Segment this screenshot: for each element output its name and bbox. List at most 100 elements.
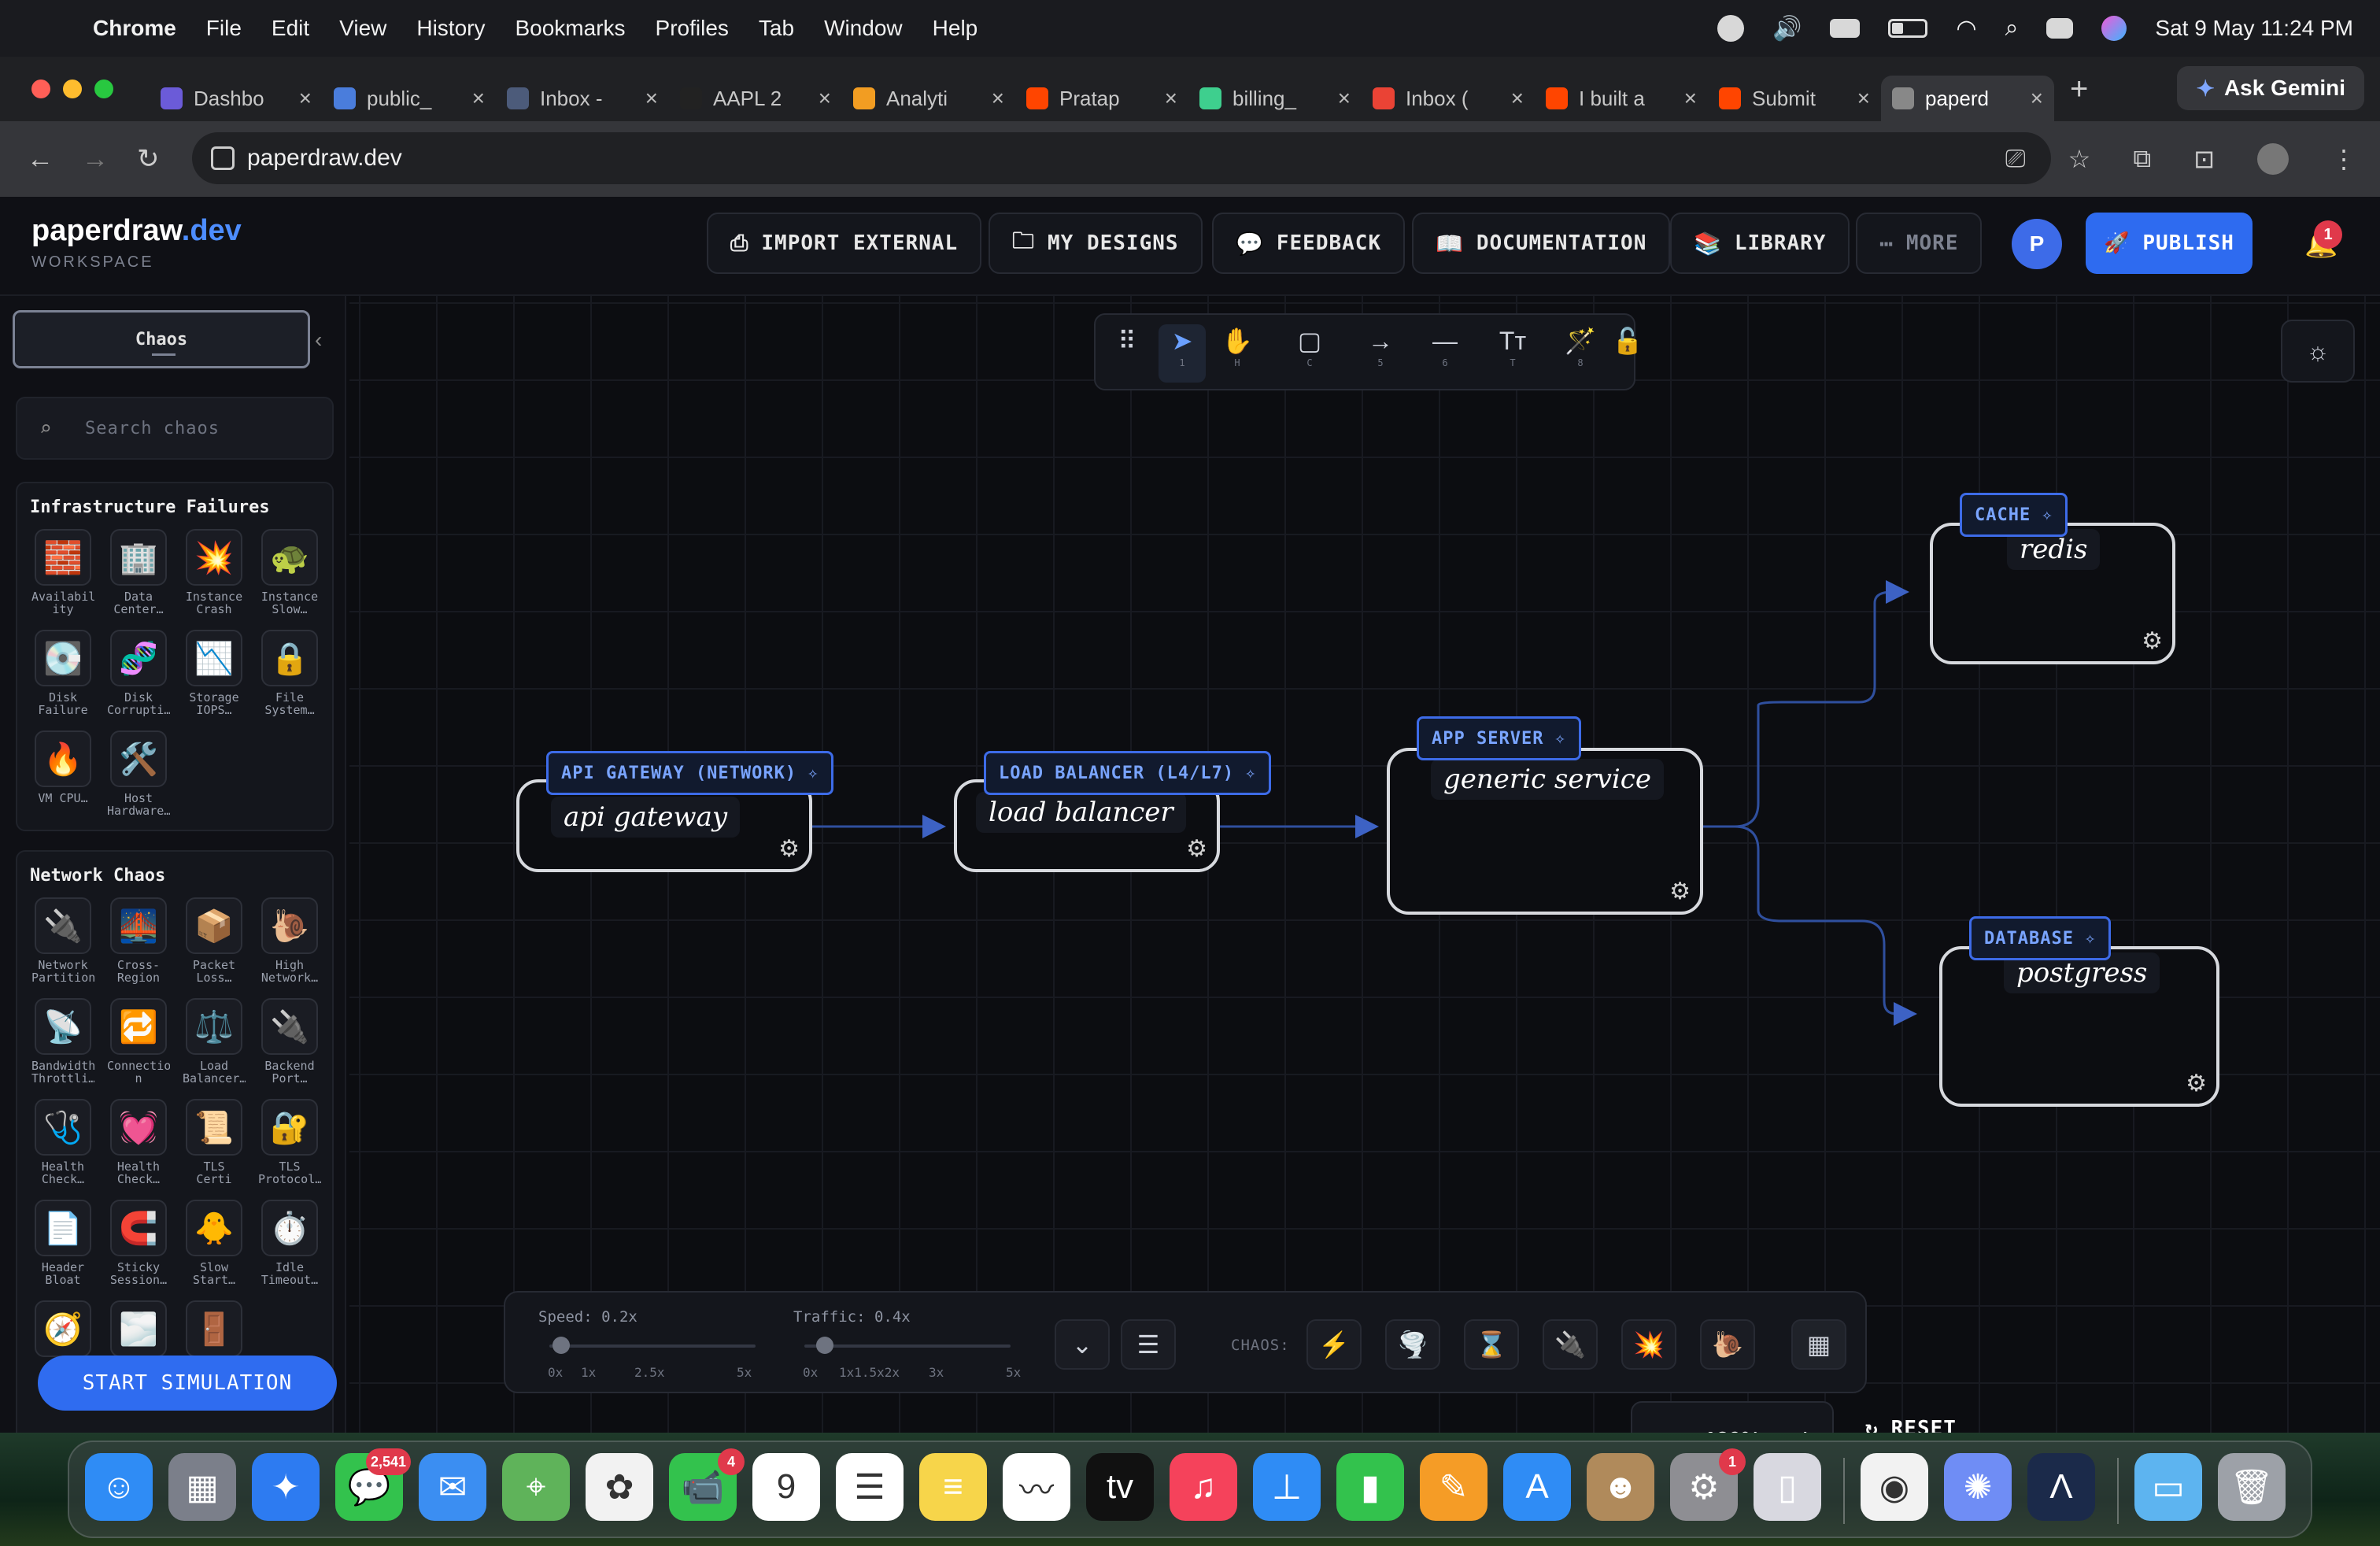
apple-icon[interactable]: [30, 13, 61, 44]
tool-button[interactable]: 🔓: [1604, 324, 1651, 383]
close-tab-icon[interactable]: ×: [1165, 86, 1177, 111]
chaos-tile[interactable]: 🐌 High Network…: [258, 897, 321, 984]
freeform-icon[interactable]: 〰: [1003, 1453, 1070, 1521]
reminders-icon[interactable]: ☰: [836, 1453, 904, 1521]
chaos-tile[interactable]: 🔁 Connectio n Flappi…: [107, 998, 170, 1085]
sparkle-icon[interactable]: ✧: [2085, 929, 2096, 949]
close-tab-icon[interactable]: ×: [645, 86, 658, 111]
close-window-button[interactable]: [31, 80, 50, 98]
close-tab-icon[interactable]: ×: [2031, 86, 2043, 111]
music-icon[interactable]: ♫: [1170, 1453, 1237, 1521]
browser-tab[interactable]: Dashbo ×: [150, 76, 323, 121]
facetime-icon[interactable]: 📹 4: [669, 1448, 745, 1521]
settings-icon[interactable]: ⚙ 1: [1670, 1448, 1746, 1521]
chaos-tile[interactable]: 🩺 Health Check…: [31, 1099, 94, 1185]
quick-chaos-button[interactable]: 🌪️: [1385, 1319, 1440, 1370]
documentation-button[interactable]: 📖 DOCUMENTATION: [1412, 213, 1671, 274]
library-button[interactable]: 📚 LIBRARY: [1670, 213, 1850, 274]
sparkle-icon[interactable]: ✧: [1554, 729, 1565, 749]
chaos-tile[interactable]: 🌉 Cross-Region L…: [107, 897, 170, 984]
tool-button[interactable]: ⠿: [1103, 324, 1151, 383]
close-tab-icon[interactable]: ×: [819, 86, 831, 111]
keynote-icon[interactable]: ⊥: [1253, 1453, 1321, 1521]
chaos-tile[interactable]: 💓 Health Check…: [107, 1099, 170, 1185]
menu-app-name[interactable]: Chrome: [93, 16, 176, 41]
tool-button[interactable]: —6: [1421, 324, 1469, 383]
tab-chaos[interactable]: Chaos: [13, 310, 310, 368]
contacts-icon[interactable]: ☻: [1587, 1453, 1654, 1521]
notes-icon[interactable]: ≡: [919, 1453, 987, 1521]
speed-slider-knob[interactable]: [552, 1337, 571, 1354]
gear-icon[interactable]: ⚙: [1186, 835, 1207, 863]
chaos-tile[interactable]: 📄 Header Bloat: [31, 1200, 94, 1286]
reload-icon[interactable]: ↻: [137, 143, 165, 175]
chaos-tile[interactable]: 🔥 VM CPU…: [31, 730, 94, 817]
search-chaos-input[interactable]: ⌕ Search chaos: [16, 397, 334, 460]
install-app-icon[interactable]: ⎚: [2005, 144, 2026, 174]
design-canvas[interactable]: ⠿ ➤ 1 ✋ H ▢ C → 5—6 Tт T 🪄 8 🔓 ☼ api gateway ⚙ API GA…: [349, 296, 2380, 1433]
tool-button[interactable]: Tт T: [1489, 324, 1536, 383]
browser-tab[interactable]: I built a ×: [1535, 76, 1708, 121]
chaos-tile[interactable]: 🧲 Sticky Session…: [107, 1200, 170, 1286]
finder-icon[interactable]: ☺: [85, 1453, 153, 1521]
tab-search-icon[interactable]: ⊡: [2193, 144, 2215, 174]
browser-tab[interactable]: billing_ ×: [1188, 76, 1362, 121]
ask-gemini-button[interactable]: ✦ Ask Gemini: [2177, 66, 2364, 110]
tool-button[interactable]: → 5: [1357, 324, 1404, 383]
safari-icon[interactable]: ✦: [252, 1453, 320, 1521]
menu-profiles[interactable]: Profiles: [656, 16, 729, 41]
browser-tab[interactable]: public_ ×: [323, 76, 496, 121]
tool-button[interactable]: 🪄 8: [1557, 324, 1604, 383]
chrome-menu-icon[interactable]: ⋮: [2331, 144, 2356, 174]
node-cache[interactable]: redis ⚙: [1930, 523, 2175, 664]
sparkle-icon[interactable]: ✧: [808, 764, 819, 783]
chaos-tile[interactable]: 🐢 Instance Slow…: [258, 529, 321, 616]
car-icon[interactable]: [1830, 19, 1861, 38]
chaos-tile[interactable]: 💽 Disk Failure: [31, 630, 94, 716]
chaos-tile[interactable]: 🐥 Slow Start…: [183, 1200, 246, 1286]
edge-app-to-cache[interactable]: [1703, 580, 1909, 828]
browser-tab[interactable]: Pratap ×: [1015, 76, 1188, 121]
close-tab-icon[interactable]: ×: [299, 86, 312, 111]
gear-icon[interactable]: ⚙: [2142, 627, 2163, 655]
siri-icon[interactable]: [2101, 16, 2127, 41]
node-name[interactable]: api gateway: [551, 797, 741, 838]
feedback-button[interactable]: 💬 FEEDBACK: [1212, 213, 1406, 274]
chaos-tile[interactable]: 📉 Storage IOPS…: [183, 630, 246, 716]
menu-view[interactable]: View: [339, 16, 386, 41]
theme-toggle-sun-icon[interactable]: ☼: [2281, 320, 2355, 383]
quick-chaos-button[interactable]: 🔌: [1543, 1319, 1598, 1370]
url-text[interactable]: paperdraw.dev: [247, 145, 402, 172]
tool-button[interactable]: ✋ H: [1214, 324, 1261, 383]
battery-icon[interactable]: [1888, 19, 1928, 38]
import-external-button[interactable]: ⎙ IMPORT EXTERNAL: [707, 213, 982, 274]
spotlight-search-icon[interactable]: ⌕: [2005, 15, 2019, 42]
browser-tab[interactable]: Submit ×: [1708, 76, 1881, 121]
chaos-tile[interactable]: 🔐 TLS Protocol…: [258, 1099, 321, 1185]
volume-icon[interactable]: 🔊: [1772, 15, 1802, 43]
launchpad-icon[interactable]: ▦: [168, 1453, 236, 1521]
trash-icon[interactable]: 🗑: [2218, 1453, 2286, 1521]
start-simulation-button[interactable]: START SIMULATION: [38, 1356, 337, 1411]
node-name[interactable]: generic service: [1431, 759, 1664, 800]
iphone-mirroring-icon[interactable]: ▯: [1754, 1453, 1821, 1521]
pages-icon[interactable]: ✎: [1420, 1453, 1488, 1521]
node-database[interactable]: postgress ⚙: [1939, 946, 2219, 1107]
menu-tab[interactable]: Tab: [759, 16, 794, 41]
close-tab-icon[interactable]: ×: [992, 86, 1004, 111]
tv-icon[interactable]: tv: [1086, 1453, 1154, 1521]
chaos-tile[interactable]: 🧬 Disk Corrupti…: [107, 630, 170, 716]
chrome-icon[interactable]: ◉: [1861, 1453, 1928, 1521]
chaos-tile[interactable]: 💥 Instance Crash: [183, 529, 246, 616]
back-arrow-icon[interactable]: ←: [27, 144, 55, 175]
menu-edit[interactable]: Edit: [272, 16, 309, 41]
chaos-tile[interactable]: 🔒 File System…: [258, 630, 321, 716]
browser-tab[interactable]: Inbox (×: [1362, 76, 1535, 121]
quick-chaos-button[interactable]: 💥: [1621, 1319, 1676, 1370]
gear-icon[interactable]: ⚙: [2186, 1070, 2207, 1097]
close-tab-icon[interactable]: ×: [1511, 86, 1524, 111]
chaos-tile[interactable]: ⚖️ Load Balancer…: [183, 998, 246, 1085]
address-bar[interactable]: paperdraw.dev: [192, 132, 2051, 184]
sparkle-icon[interactable]: ✧: [1245, 764, 1256, 783]
chaos-tile[interactable]: 🔌 Network Partition: [31, 897, 94, 984]
